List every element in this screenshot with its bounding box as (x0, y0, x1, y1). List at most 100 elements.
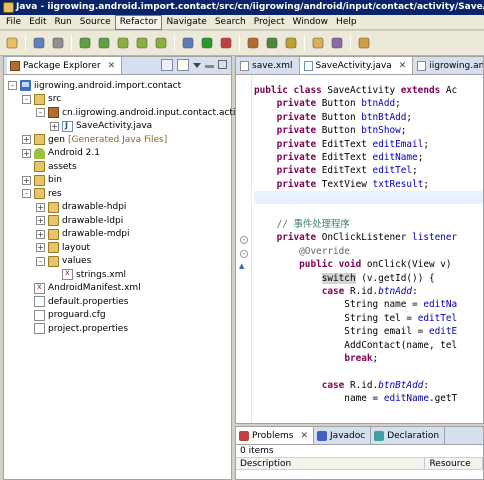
menu-run[interactable]: Run (51, 15, 76, 30)
tree-item[interactable]: - res (22, 187, 62, 200)
tree-item[interactable]: + Android 2.1 (22, 147, 100, 160)
code-token: name = (254, 393, 384, 405)
tab-declaration[interactable]: Declaration (371, 427, 446, 444)
tree-item[interactable]: - cn.iigrowing.android.input.contact.acti… (36, 106, 252, 119)
menu-edit[interactable]: Edit (25, 15, 50, 30)
print-icon[interactable] (50, 35, 66, 51)
collapse-toggle-icon[interactable]: - (36, 108, 45, 117)
close-icon[interactable]: ✕ (300, 431, 308, 441)
perspective-icon[interactable] (356, 35, 372, 51)
tree-item[interactable]: - iigrowing.android.import.contact (8, 79, 181, 92)
menu-file[interactable]: File (2, 15, 25, 30)
editor-tab-label: iigrowing.androi (429, 60, 483, 71)
code-line: public class SaveActivity extends Ac (254, 84, 483, 97)
expand-toggle-icon[interactable]: + (36, 243, 45, 252)
column-resource[interactable]: Resource (425, 458, 483, 469)
expand-toggle-icon[interactable]: + (22, 148, 31, 158)
avd-manager-icon[interactable] (96, 35, 112, 51)
tree-item[interactable]: AndroidManifest.xml (22, 282, 141, 295)
expand-toggle-icon[interactable]: + (22, 135, 31, 144)
tree-item[interactable]: + SaveActivity.java (50, 120, 152, 133)
editor-tab[interactable]: iigrowing.androi (413, 57, 483, 74)
sdk-manager-icon[interactable] (77, 35, 93, 51)
collapse-toggle-icon[interactable]: - (22, 189, 31, 198)
tab-package-explorer[interactable]: Package Explorer ✕ (7, 57, 123, 74)
close-icon[interactable]: ✕ (108, 61, 116, 71)
tree-item[interactable]: + gen [Generated Java Files] (22, 133, 167, 146)
expand-toggle-icon[interactable]: + (36, 202, 45, 212)
maximize-icon[interactable] (218, 60, 227, 69)
file-icon (34, 309, 45, 321)
external-tools-icon[interactable] (218, 35, 234, 51)
tree-item[interactable]: + drawable-mdpi (36, 228, 130, 241)
tree-item[interactable]: + drawable-hdpi (36, 201, 126, 214)
minimize-icon[interactable] (205, 65, 214, 68)
expand-toggle-icon[interactable]: + (50, 121, 59, 131)
tree-item[interactable]: + layout (36, 241, 90, 254)
tree-item[interactable]: strings.xml (50, 268, 126, 281)
tree-item[interactable]: proguard.cfg (22, 309, 106, 322)
code-token: editTel (372, 165, 413, 177)
editor-tab[interactable]: save.xml (236, 57, 300, 74)
menu-search[interactable]: Search (211, 15, 250, 30)
fold-marker-icon[interactable]: - (240, 250, 248, 258)
menu-help[interactable]: Help (332, 15, 361, 30)
collapse-toggle-icon[interactable]: - (8, 81, 17, 90)
tree-item[interactable]: assets (22, 160, 77, 173)
java-perspective-icon (3, 2, 14, 13)
collapse-all-icon[interactable] (161, 59, 173, 71)
menu-source[interactable]: Source (76, 15, 115, 30)
link-with-editor-icon[interactable] (177, 59, 189, 71)
editor-tab[interactable]: SaveActivity.java ✕ (299, 57, 414, 74)
code-area[interactable]: public class SaveActivity extends Ac pri… (254, 75, 483, 423)
android-test-icon[interactable] (134, 35, 150, 51)
expand-toggle-icon[interactable]: + (22, 175, 31, 185)
annotation-icon[interactable] (329, 35, 345, 51)
new-java-class-icon[interactable] (264, 35, 280, 51)
tree-item[interactable]: + drawable-ldpi (36, 214, 123, 227)
menu-window[interactable]: Window (289, 15, 333, 30)
view-menu-icon[interactable] (193, 63, 201, 68)
tree-item[interactable]: - src (22, 93, 61, 106)
code-token: EditText (321, 152, 373, 163)
tree-item[interactable]: project.properties (22, 322, 128, 335)
android-project-icon[interactable] (115, 35, 131, 51)
code-token: listener (412, 232, 458, 244)
tree-item[interactable]: - values (36, 255, 91, 268)
tree-item[interactable]: + bin (22, 174, 62, 187)
code-token: Button (321, 125, 362, 137)
expand-toggle-icon[interactable]: + (36, 216, 45, 225)
code-token: ; (400, 125, 407, 137)
editor-gutter: - - ▲ (236, 75, 252, 423)
save-icon[interactable] (31, 35, 47, 51)
android-library-icon (34, 147, 45, 159)
menu-project[interactable]: Project (250, 15, 289, 30)
xml-file-icon (240, 60, 249, 71)
project-icon (20, 80, 31, 91)
toolbar-separator (304, 35, 305, 51)
code-token: btnAdd (378, 286, 413, 297)
android-xml-icon[interactable] (153, 35, 169, 51)
open-type-icon[interactable] (283, 35, 299, 51)
menu-navigate[interactable]: Navigate (162, 15, 210, 30)
search-icon[interactable] (310, 35, 326, 51)
new-java-package-icon[interactable] (245, 35, 261, 51)
new-icon[interactable] (4, 35, 20, 51)
tree-item[interactable]: default.properties (22, 295, 128, 308)
debug-icon[interactable] (180, 35, 196, 51)
collapse-toggle-icon[interactable]: - (36, 256, 45, 266)
code-line: break; (254, 352, 483, 365)
tab-javadoc[interactable]: Javadoc (314, 427, 372, 444)
code-token: AddContact(name, tel (254, 339, 458, 351)
column-description[interactable]: Description (236, 458, 426, 469)
folder-icon (48, 228, 59, 240)
tab-problems[interactable]: Problems ✕ (236, 427, 315, 444)
fold-marker-icon[interactable]: - (240, 236, 248, 244)
menu-refactor[interactable]: Refactor (114, 14, 163, 30)
run-icon[interactable] (199, 35, 215, 51)
java-file-icon (303, 60, 313, 71)
collapse-toggle-icon[interactable]: - (22, 94, 31, 104)
problems-view: Problems ✕ Javadoc Declaration 0 items Desc… (235, 426, 484, 480)
close-icon[interactable]: ✕ (399, 61, 407, 71)
expand-toggle-icon[interactable]: + (36, 229, 45, 239)
